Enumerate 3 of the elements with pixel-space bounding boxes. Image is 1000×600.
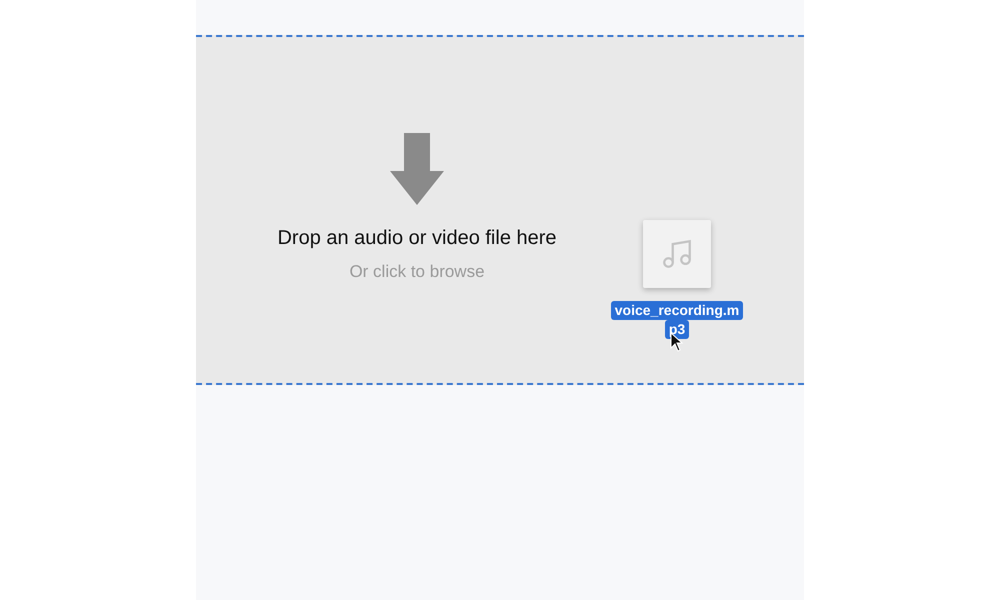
drop-zone-title: Drop an audio or video file here [277, 227, 557, 250]
down-arrow-icon [390, 133, 444, 205]
audio-file-icon [643, 220, 711, 288]
